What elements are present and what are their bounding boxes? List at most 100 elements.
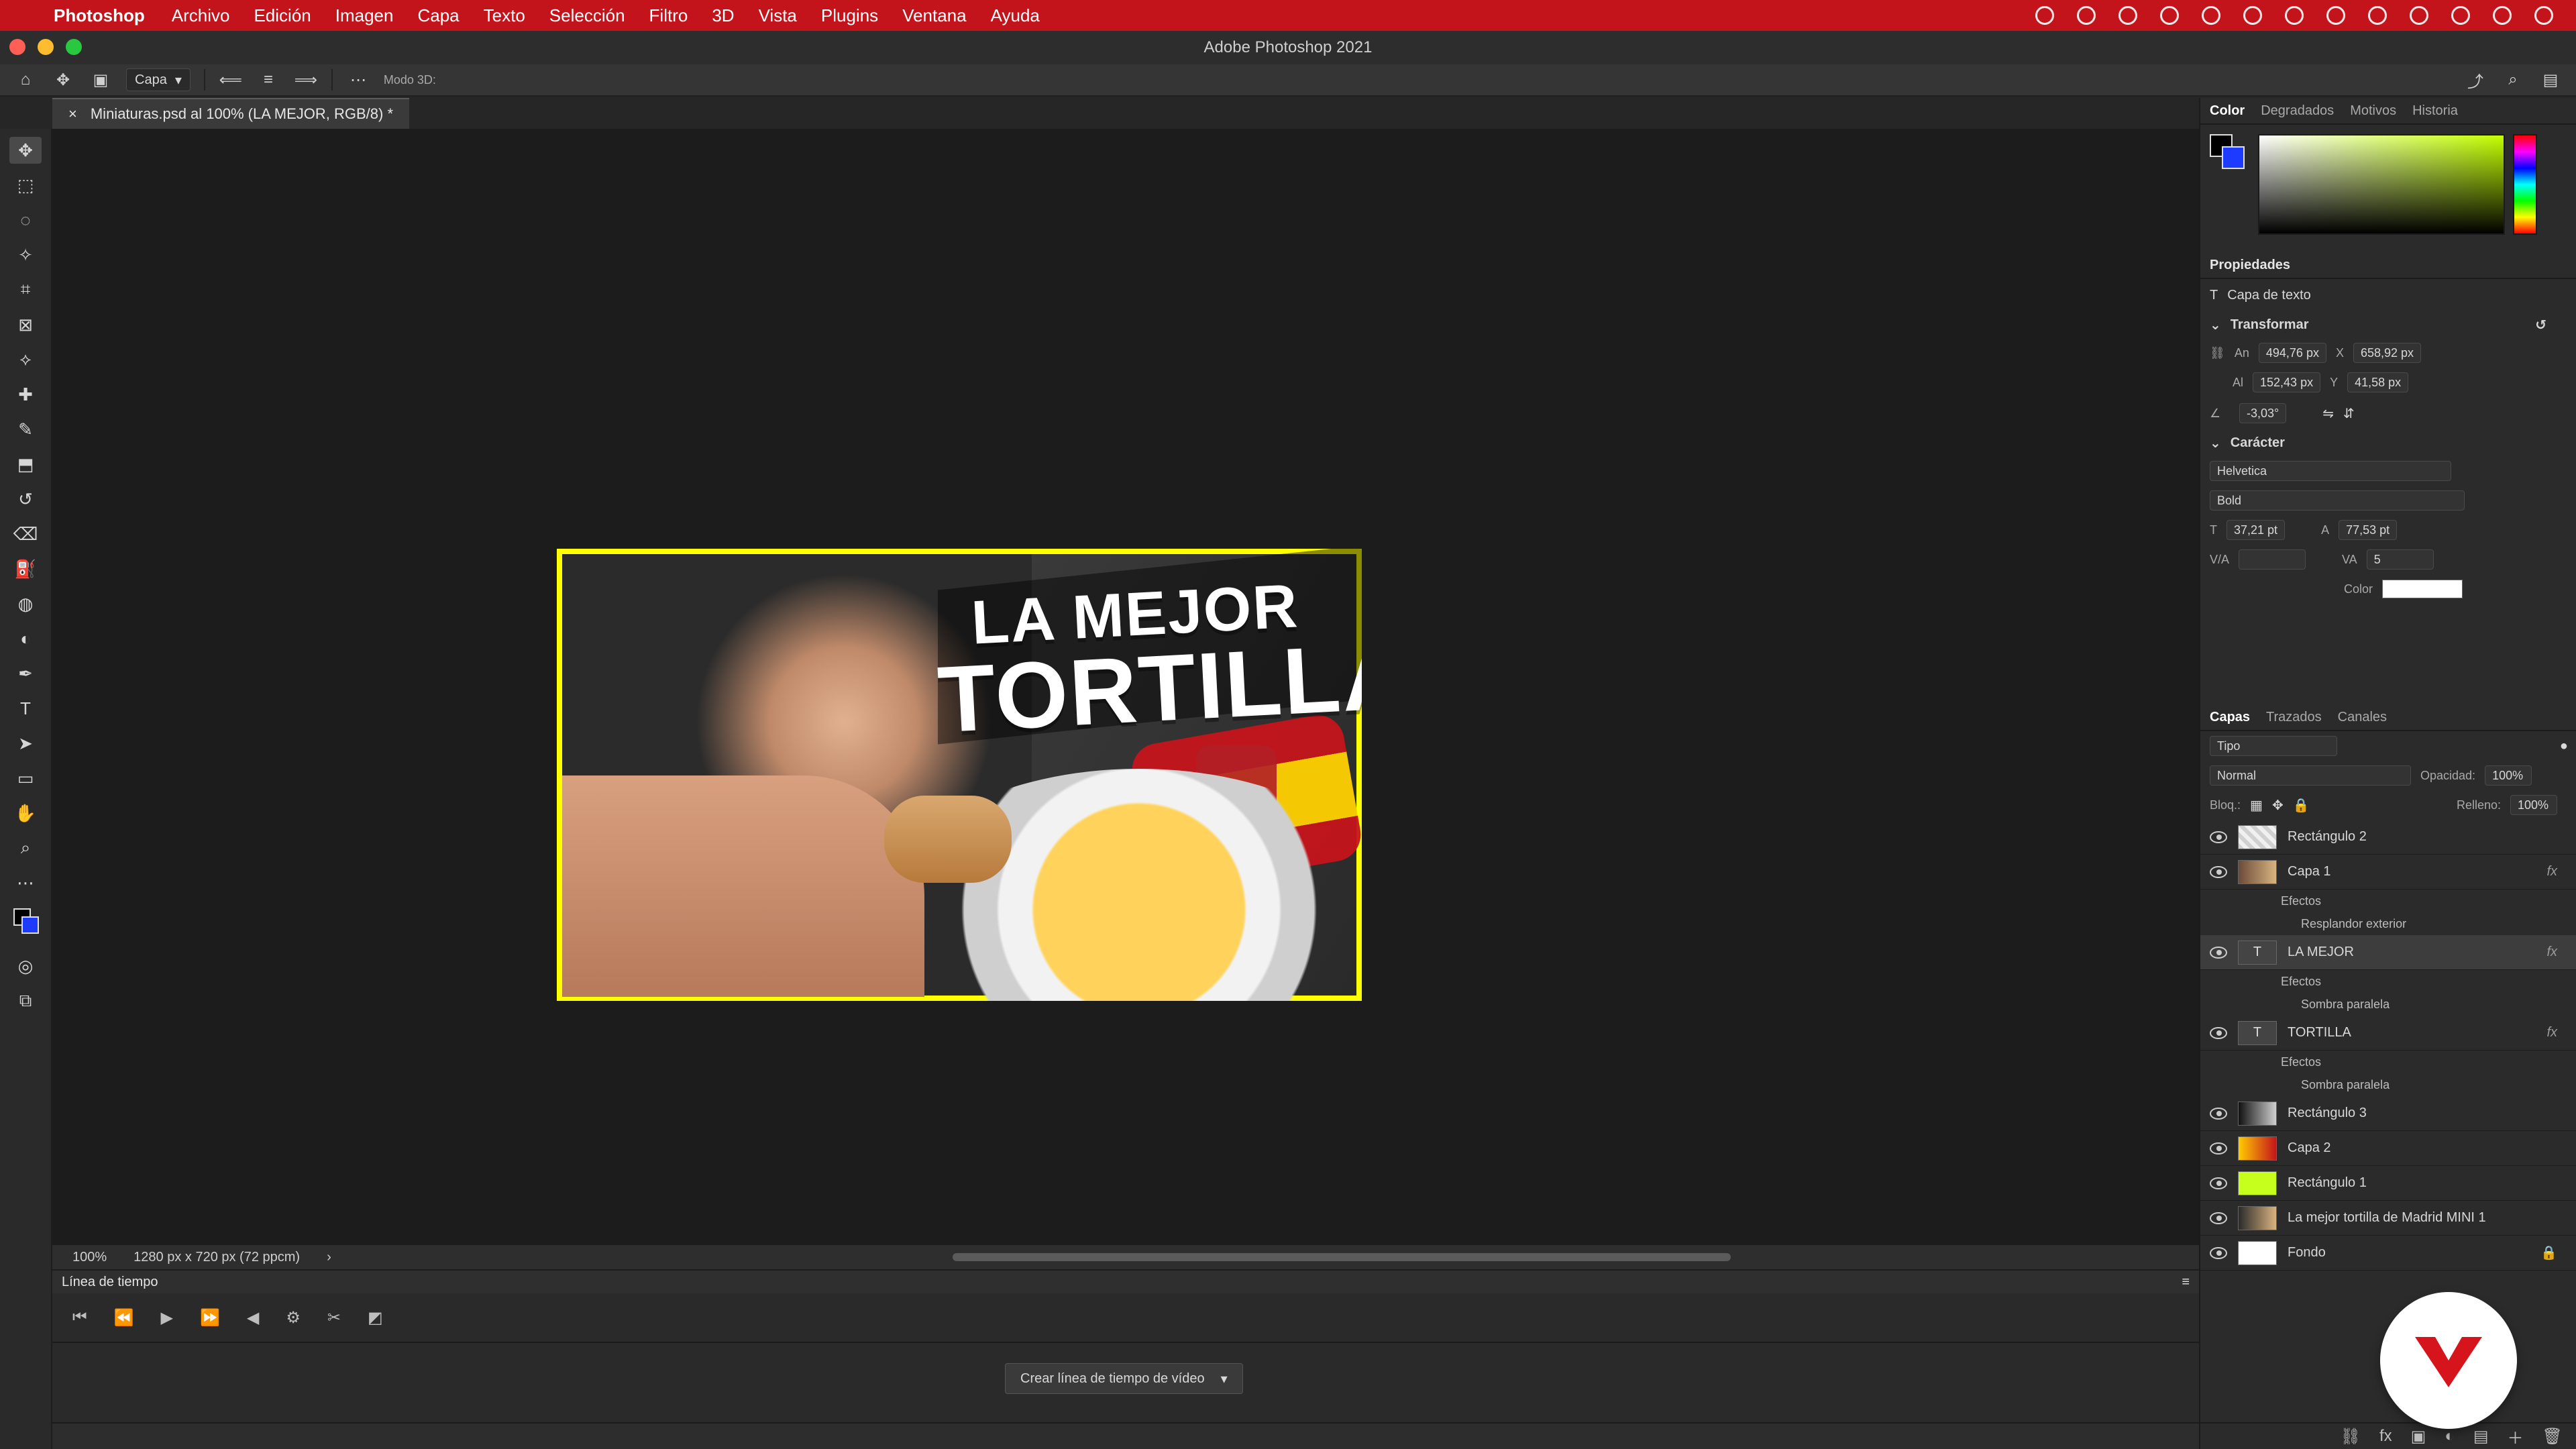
lasso-tool[interactable]: ◌ bbox=[9, 207, 42, 233]
lock-all-icon[interactable]: 🔒 bbox=[2293, 797, 2310, 814]
previous-frame-icon[interactable]: ⏪ bbox=[114, 1308, 134, 1328]
stamp-tool[interactable]: ⬒ bbox=[9, 451, 42, 478]
close-window-button[interactable] bbox=[9, 39, 25, 55]
fx-icon[interactable]: fx bbox=[2546, 864, 2557, 879]
menu-seleccion[interactable]: Selección bbox=[549, 5, 625, 26]
effect-row[interactable]: Resplandor exterior bbox=[2200, 912, 2576, 935]
marquee-tool[interactable]: ⬚ bbox=[9, 172, 42, 199]
blur-tool[interactable]: ◍ bbox=[9, 590, 42, 617]
app-menu[interactable]: Photoshop bbox=[54, 5, 145, 26]
lock-position-icon[interactable]: ✥ bbox=[2272, 797, 2284, 814]
height-field[interactable]: 152,43 px bbox=[2253, 372, 2321, 392]
play-icon[interactable] bbox=[2202, 6, 2220, 25]
horizontal-scrollbar[interactable] bbox=[953, 1253, 1731, 1261]
text-color-swatch[interactable] bbox=[2382, 580, 2463, 598]
hue-slider[interactable] bbox=[2513, 134, 2537, 235]
search-icon[interactable]: ⌕ bbox=[2501, 68, 2525, 92]
layer-row[interactable]: Rectángulo 1 bbox=[2200, 1166, 2576, 1201]
pen-tool[interactable]: ✒ bbox=[9, 660, 42, 687]
screen-icon[interactable] bbox=[2118, 6, 2137, 25]
link-icon[interactable]: ⛓ bbox=[2210, 346, 2225, 360]
fx-icon[interactable]: fx bbox=[2546, 945, 2557, 960]
fx-icon[interactable]: fx bbox=[2546, 1025, 2557, 1040]
effects-row[interactable]: Efectos bbox=[2200, 970, 2576, 993]
dodge-tool[interactable]: ◐ bbox=[9, 625, 42, 652]
trash-icon[interactable]: 🗑 bbox=[2542, 1427, 2563, 1446]
x-field[interactable]: 658,92 px bbox=[2353, 343, 2422, 363]
search-icon[interactable] bbox=[2410, 6, 2428, 25]
play-icon[interactable]: ▶ bbox=[161, 1308, 173, 1328]
chevron-right-icon[interactable]: › bbox=[327, 1250, 331, 1265]
siri-icon[interactable] bbox=[2493, 6, 2512, 25]
background-color[interactable] bbox=[21, 916, 39, 934]
home-icon[interactable]: ⌂ bbox=[13, 68, 38, 92]
user-icon[interactable] bbox=[2368, 6, 2387, 25]
color-swatches[interactable] bbox=[9, 904, 42, 945]
record-icon[interactable] bbox=[2035, 6, 2054, 25]
transition-icon[interactable]: ◩ bbox=[368, 1308, 383, 1328]
reset-transform-icon[interactable]: ↺ bbox=[2535, 317, 2546, 333]
width-field[interactable]: 494,76 px bbox=[2258, 343, 2326, 363]
character-section[interactable]: ⌄ Carácter bbox=[2200, 429, 2576, 456]
zoom-tool[interactable]: ⌕ bbox=[9, 835, 42, 861]
visibility-eye-icon[interactable] bbox=[2210, 1142, 2227, 1155]
visibility-eye-icon[interactable] bbox=[2210, 1246, 2227, 1259]
tab-canales[interactable]: Canales bbox=[2338, 710, 2387, 725]
align-center-icon[interactable]: ≡ bbox=[256, 68, 280, 92]
align-right-icon[interactable]: ⟹ bbox=[294, 68, 318, 92]
more-tools[interactable]: ⋯ bbox=[9, 869, 42, 896]
visibility-eye-icon[interactable] bbox=[2210, 830, 2227, 843]
blend-mode-dropdown[interactable]: Normal bbox=[2210, 765, 2411, 786]
kerning-field[interactable] bbox=[2239, 549, 2306, 570]
crop-tool[interactable]: ⌗ bbox=[9, 276, 42, 303]
font-style-dropdown[interactable]: Bold bbox=[2210, 490, 2465, 511]
menu-ayuda[interactable]: Ayuda bbox=[991, 5, 1040, 26]
paint-bucket-tool[interactable]: ⛽ bbox=[9, 555, 42, 582]
first-frame-icon[interactable]: ⏮ bbox=[72, 1308, 87, 1327]
leading-field[interactable]: 77,53 pt bbox=[2339, 520, 2398, 540]
new-layer-icon[interactable]: ＋ bbox=[2508, 1425, 2524, 1448]
layer-select-dropdown[interactable]: Capa ▾ bbox=[126, 68, 191, 91]
panel-menu-icon[interactable]: ≡ bbox=[2182, 1275, 2190, 1290]
menu-capa[interactable]: Capa bbox=[417, 5, 459, 26]
eraser-tool[interactable]: ⌫ bbox=[9, 521, 42, 547]
visibility-eye-icon[interactable] bbox=[2210, 1177, 2227, 1189]
type-tool[interactable]: T bbox=[9, 695, 42, 722]
hand-tool[interactable]: ✋ bbox=[9, 800, 42, 826]
minimize-window-button[interactable] bbox=[38, 39, 54, 55]
tab-motivos[interactable]: Motivos bbox=[2350, 103, 2396, 119]
flip-vertical-icon[interactable]: ⇵ bbox=[2343, 405, 2355, 422]
chevron-down-icon[interactable]: ▾ bbox=[1221, 1371, 1228, 1387]
brush-tool[interactable]: ✎ bbox=[9, 416, 42, 443]
visibility-eye-icon[interactable] bbox=[2210, 946, 2227, 959]
link-layers-icon[interactable]: ⛓ bbox=[2341, 1427, 2361, 1446]
healing-tool[interactable]: ✚ bbox=[9, 381, 42, 408]
layer-row[interactable]: Rectángulo 2 bbox=[2200, 820, 2576, 855]
visibility-eye-icon[interactable] bbox=[2210, 1212, 2227, 1224]
color-swatches[interactable] bbox=[2210, 134, 2250, 243]
visibility-eye-icon[interactable] bbox=[2210, 1026, 2227, 1039]
tracking-field[interactable]: 5 bbox=[2366, 549, 2434, 570]
background-swatch[interactable] bbox=[2222, 146, 2245, 169]
menu-3d[interactable]: 3D bbox=[712, 5, 734, 26]
menu-vista[interactable]: Vista bbox=[759, 5, 797, 26]
share-icon[interactable]: ⤴ bbox=[2463, 68, 2487, 92]
music-icon[interactable] bbox=[2160, 6, 2179, 25]
mask-icon[interactable]: ▣ bbox=[2411, 1427, 2426, 1446]
layer-row[interactable]: La mejor tortilla de Madrid MINI 1 bbox=[2200, 1201, 2576, 1236]
zoom-window-button[interactable] bbox=[66, 39, 82, 55]
workspace-icon[interactable]: ▤ bbox=[2538, 68, 2563, 92]
adjustment-icon[interactable]: ◐ bbox=[2445, 1427, 2455, 1446]
clock-icon[interactable] bbox=[2534, 6, 2553, 25]
font-family-dropdown[interactable]: Helvetica bbox=[2210, 461, 2451, 481]
eyedropper-tool[interactable]: ⟡ bbox=[9, 346, 42, 373]
align-left-icon[interactable]: ⟸ bbox=[219, 68, 243, 92]
flip-horizontal-icon[interactable]: ⇋ bbox=[2322, 405, 2334, 422]
layer-row[interactable]: Capa 2 bbox=[2200, 1131, 2576, 1166]
zoom-level[interactable]: 100% bbox=[72, 1250, 107, 1265]
y-field[interactable]: 41,58 px bbox=[2347, 372, 2409, 392]
control-center-icon[interactable] bbox=[2451, 6, 2470, 25]
menu-archivo[interactable]: Archivo bbox=[172, 5, 230, 26]
menu-plugins[interactable]: Plugins bbox=[821, 5, 878, 26]
visibility-eye-icon[interactable] bbox=[2210, 1107, 2227, 1120]
